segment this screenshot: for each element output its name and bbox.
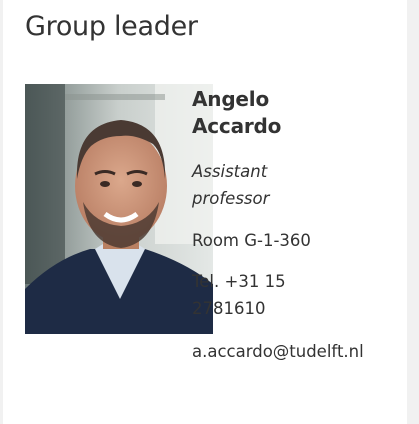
- person-phone[interactable]: Tel. +31 15 2781610: [192, 268, 302, 322]
- person-name: Angelo Accardo: [192, 87, 282, 138]
- person-role: Assistant professor: [192, 162, 270, 208]
- section-title: Group leader: [25, 11, 198, 42]
- person-email-link[interactable]: a.accardo@tudelft.nl: [192, 338, 402, 365]
- portrait-image: [25, 84, 213, 334]
- group-leader-card: Group leader Angelo Accardo Assistant pr…: [3, 0, 407, 424]
- person-photo: [25, 84, 213, 334]
- person-info: Angelo Accardo Assistant professor Room …: [192, 86, 402, 365]
- person-room: Room G-1-360: [192, 231, 311, 250]
